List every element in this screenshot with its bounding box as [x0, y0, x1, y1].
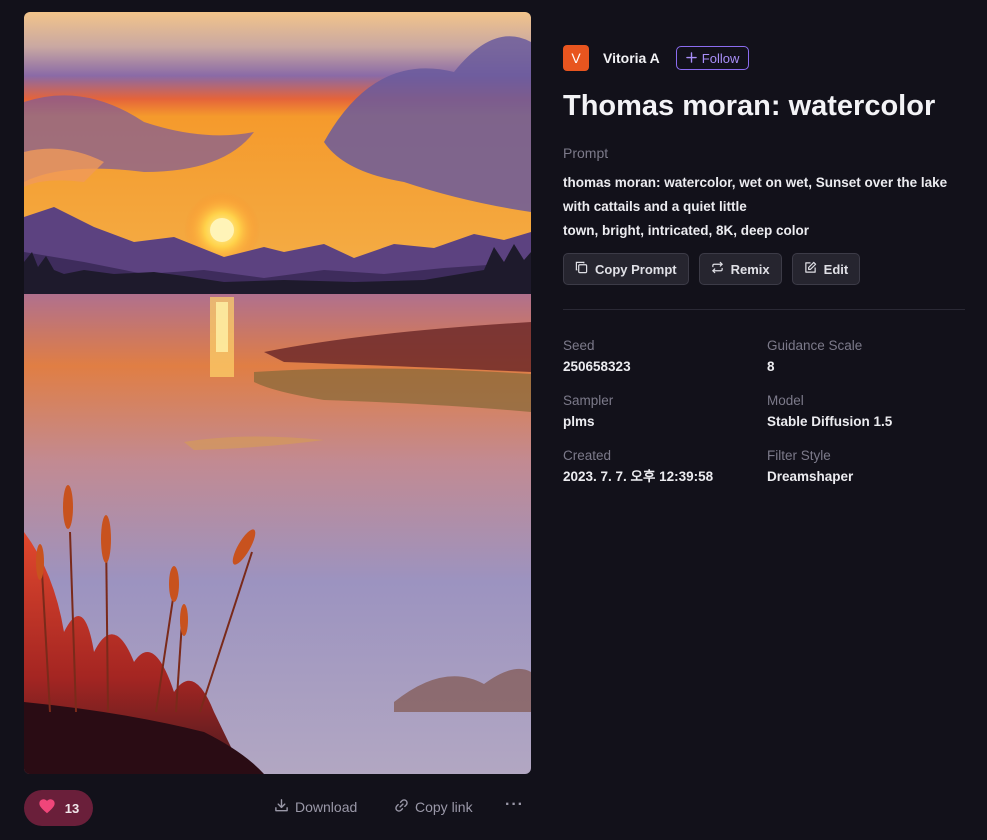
prompt-line: thomas moran: watercolor, wet on wet, Su…: [563, 175, 948, 190]
artwork-image[interactable]: [24, 12, 531, 774]
prompt-actions: Copy Prompt Remix Edit: [563, 253, 965, 285]
meta-seed: Seed 250658323: [563, 337, 767, 375]
meta-label: Guidance Scale: [767, 338, 863, 353]
details-panel: V Vitoria A Follow Thomas moran: waterco…: [563, 44, 965, 485]
download-button[interactable]: Download: [274, 798, 357, 816]
meta-filter-style: Filter Style Dreamshaper: [767, 447, 965, 485]
copy-link-button[interactable]: Copy link: [394, 798, 473, 816]
meta-created: Created 2023. 7. 7. 오후 12:39:58: [563, 447, 767, 485]
author-name[interactable]: Vitoria A: [603, 50, 660, 66]
meta-label: Model: [767, 393, 804, 408]
like-button[interactable]: 13: [24, 790, 93, 826]
prompt-label: Prompt: [563, 145, 609, 161]
prompt-text: thomas moran: watercolor, wet on wet, Su…: [563, 171, 965, 243]
copy-prompt-button[interactable]: Copy Prompt: [563, 253, 689, 285]
generation-details: Seed 250658323 Guidance Scale 8 Sampler …: [563, 337, 965, 485]
like-count: 13: [64, 800, 80, 816]
edit-button[interactable]: Edit: [791, 253, 861, 285]
meta-guidance-scale: Guidance Scale 8: [767, 337, 965, 375]
edit-icon: [804, 261, 817, 277]
follow-button[interactable]: Follow: [675, 46, 750, 70]
repeat-icon: [711, 261, 724, 277]
avatar[interactable]: V: [563, 45, 589, 71]
download-label: Download: [295, 799, 358, 815]
copy-icon: [575, 261, 588, 277]
plus-icon: [686, 51, 697, 66]
meta-label: Created: [563, 448, 612, 463]
meta-label: Sampler: [563, 393, 614, 408]
follow-label: Follow: [701, 50, 740, 66]
remix-button[interactable]: Remix: [698, 253, 782, 285]
meta-value: 2023. 7. 7. 오후 12:39:58: [563, 469, 714, 484]
more-icon[interactable]: ···: [505, 796, 524, 814]
divider: [563, 309, 965, 310]
download-icon: [274, 798, 289, 816]
meta-value: 250658323: [563, 359, 631, 374]
heart-icon: [38, 798, 56, 819]
copy-prompt-label: Copy Prompt: [595, 261, 677, 277]
meta-label: Filter Style: [767, 448, 831, 463]
artwork-action-bar: 13 Download Copy link ···: [24, 790, 531, 826]
meta-model: Model Stable Diffusion 1.5: [767, 392, 965, 430]
remix-label: Remix: [730, 261, 770, 277]
copy-link-label: Copy link: [415, 799, 473, 815]
sunset-lake-painting: [24, 12, 531, 774]
meta-value: Stable Diffusion 1.5: [767, 414, 893, 429]
meta-value: plms: [563, 414, 595, 429]
link-icon: [394, 798, 409, 816]
meta-value: 8: [767, 359, 775, 374]
prompt-line: town, bright, intricated, 8K, deep color: [563, 223, 810, 238]
author-row: V Vitoria A Follow: [563, 44, 965, 72]
meta-label: Seed: [563, 338, 595, 353]
meta-value: Dreamshaper: [767, 469, 854, 484]
meta-sampler: Sampler plms: [563, 392, 767, 430]
page-title: Thomas moran: watercolor: [563, 90, 936, 122]
edit-label: Edit: [823, 261, 849, 277]
prompt-line: with cattails and a quiet little: [563, 199, 747, 214]
